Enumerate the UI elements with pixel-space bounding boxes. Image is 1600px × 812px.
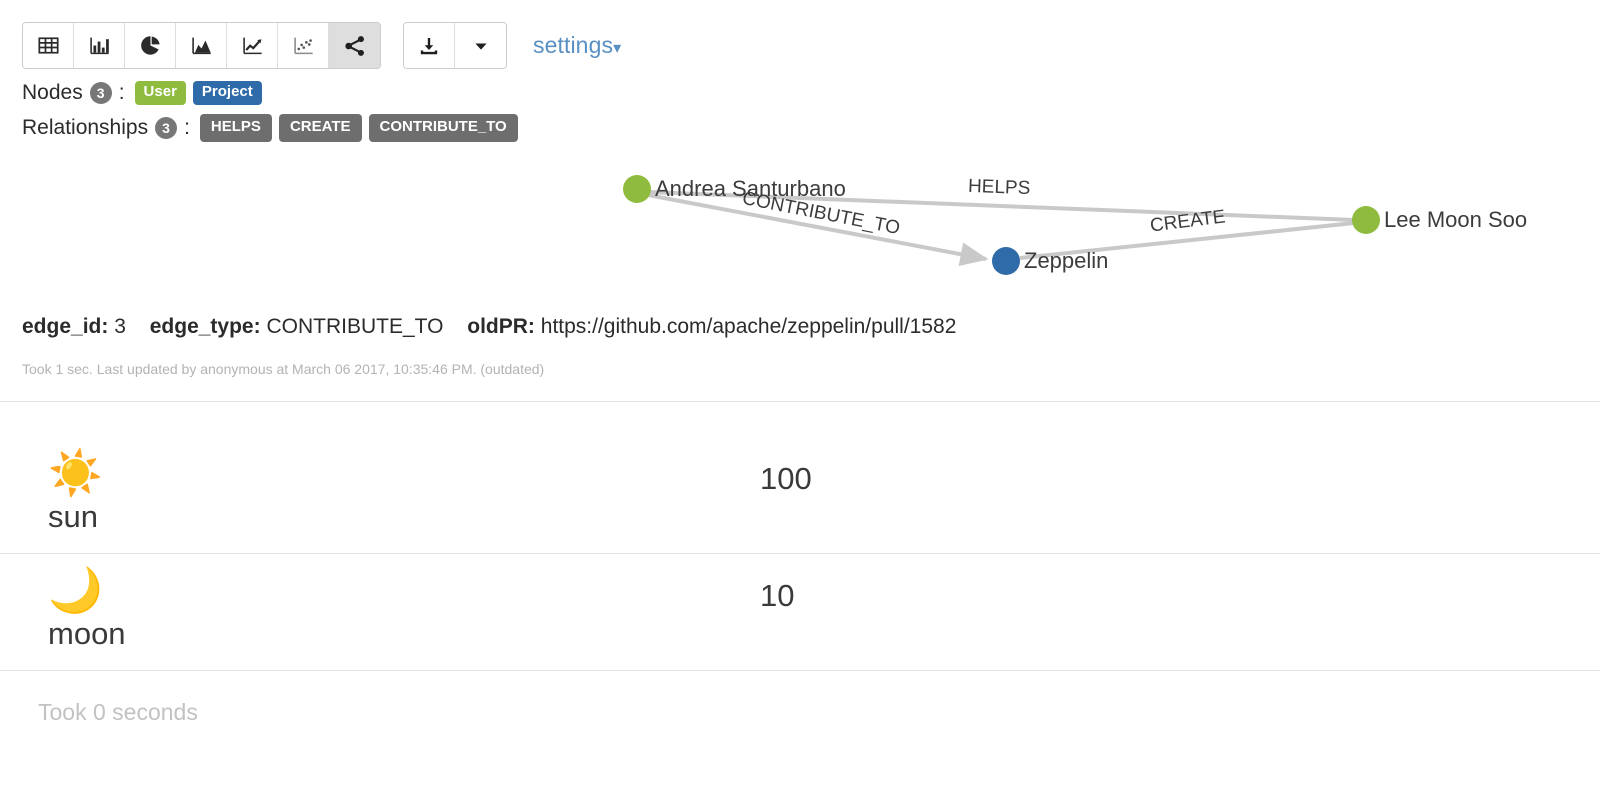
edge-id-key: edge_id:	[22, 314, 109, 338]
table-cell-name: sun	[48, 499, 98, 535]
graph-node-label-zeppelin: Zeppelin	[1024, 247, 1109, 273]
graph-edge-label-helps: HELPS	[967, 175, 1031, 199]
old-pr-value: https://github.com/apache/zeppelin/pull/…	[540, 314, 957, 338]
graph-result-panel: settings▾ Nodes 3 : User Project Relatio…	[0, 0, 1600, 437]
bar-chart-icon	[89, 37, 109, 55]
nodes-label: Nodes	[22, 81, 83, 104]
graph-node-lee-moon-soo[interactable]	[1352, 205, 1380, 234]
graph-node-zeppelin[interactable]	[992, 246, 1020, 275]
scatter-chart-icon	[293, 37, 313, 55]
settings-caret-icon: ▾	[613, 40, 622, 57]
crescent-moon-emoji: 🌙	[48, 566, 103, 616]
nodes-count-badge: 3	[89, 82, 112, 104]
graph-legend: Nodes 3 : User Project Relationships 3 :…	[0, 69, 1600, 142]
table-cell-name: moon	[48, 616, 126, 652]
graph-node-label-lee-moon-soo: Lee Moon Soo	[1384, 206, 1528, 232]
download-button[interactable]	[404, 23, 455, 68]
table-icon	[37, 37, 59, 54]
area-chart-viz-button[interactable]	[176, 23, 227, 68]
bar-chart-viz-button[interactable]	[74, 23, 125, 68]
graph-node-andrea-santurbano[interactable]	[623, 174, 651, 203]
table-result-panel: ☀️ sun 100 🌙 moon 10 Took 0 seconds	[0, 437, 1600, 726]
visualization-toolbar: settings▾	[0, 0, 1600, 69]
table-row[interactable]: 🌙 moon 10	[0, 554, 1600, 672]
settings-toggle[interactable]: settings▾	[533, 32, 621, 59]
panel-divider	[0, 400, 1600, 402]
relationship-tag-create[interactable]: CREATE	[278, 114, 362, 142]
visualization-type-group	[22, 22, 381, 69]
table-viz-button[interactable]	[23, 23, 74, 68]
node-tag-user[interactable]: User	[134, 81, 186, 105]
nodes-colon: :	[118, 81, 125, 104]
download-group	[403, 22, 507, 69]
edge-id-value: 3	[114, 314, 126, 338]
area-chart-icon	[191, 37, 211, 55]
download-options-button[interactable]	[455, 23, 506, 68]
network-graph-viz-button[interactable]	[329, 23, 380, 68]
network-graph-canvas[interactable]: Andrea Santurbano Zeppelin Lee Moon Soo …	[0, 151, 1600, 301]
edge-type-key: edge_type:	[149, 314, 261, 338]
table-paragraph-status: Took 0 seconds	[38, 699, 198, 726]
relationship-tag-helps[interactable]: HELPS	[199, 114, 272, 142]
table-cell-label: 🌙 moon	[0, 566, 760, 652]
old-pr-key: oldPR:	[467, 314, 535, 338]
relationships-label: Relationships	[22, 115, 149, 139]
relationships-legend-row: Relationships 3 : HELPS CREATE CONTRIBUT…	[22, 114, 1600, 142]
line-chart-icon	[242, 37, 262, 55]
graph-paragraph-status: Took 1 sec. Last updated by anonymous at…	[22, 360, 545, 377]
table-cell-value: 10	[760, 578, 795, 614]
settings-label: settings	[533, 32, 614, 58]
pie-chart-icon	[140, 36, 160, 55]
sun-emoji: ☀️	[48, 449, 103, 498]
table-cell-label: ☀️ sun	[0, 449, 760, 535]
relationships-count-badge: 3	[155, 116, 178, 139]
line-chart-viz-button[interactable]	[227, 23, 278, 68]
nodes-legend-row: Nodes 3 : User Project	[22, 81, 1600, 105]
node-tag-project[interactable]: Project	[192, 81, 262, 105]
network-share-icon	[344, 35, 364, 56]
scatter-chart-viz-button[interactable]	[278, 23, 329, 68]
selected-edge-properties: edge_id: 3 edge_type: CONTRIBUTE_TO oldP…	[0, 301, 1600, 339]
download-icon	[420, 37, 438, 54]
relationships-colon: :	[184, 115, 190, 139]
table-cell-value: 100	[760, 461, 812, 496]
table-row[interactable]: ☀️ sun 100	[0, 437, 1600, 555]
caret-down-icon	[474, 42, 487, 50]
edge-type-value: CONTRIBUTE_TO	[266, 314, 444, 338]
pie-chart-viz-button[interactable]	[125, 23, 176, 68]
relationship-tag-contribute-to[interactable]: CONTRIBUTE_TO	[368, 114, 518, 142]
